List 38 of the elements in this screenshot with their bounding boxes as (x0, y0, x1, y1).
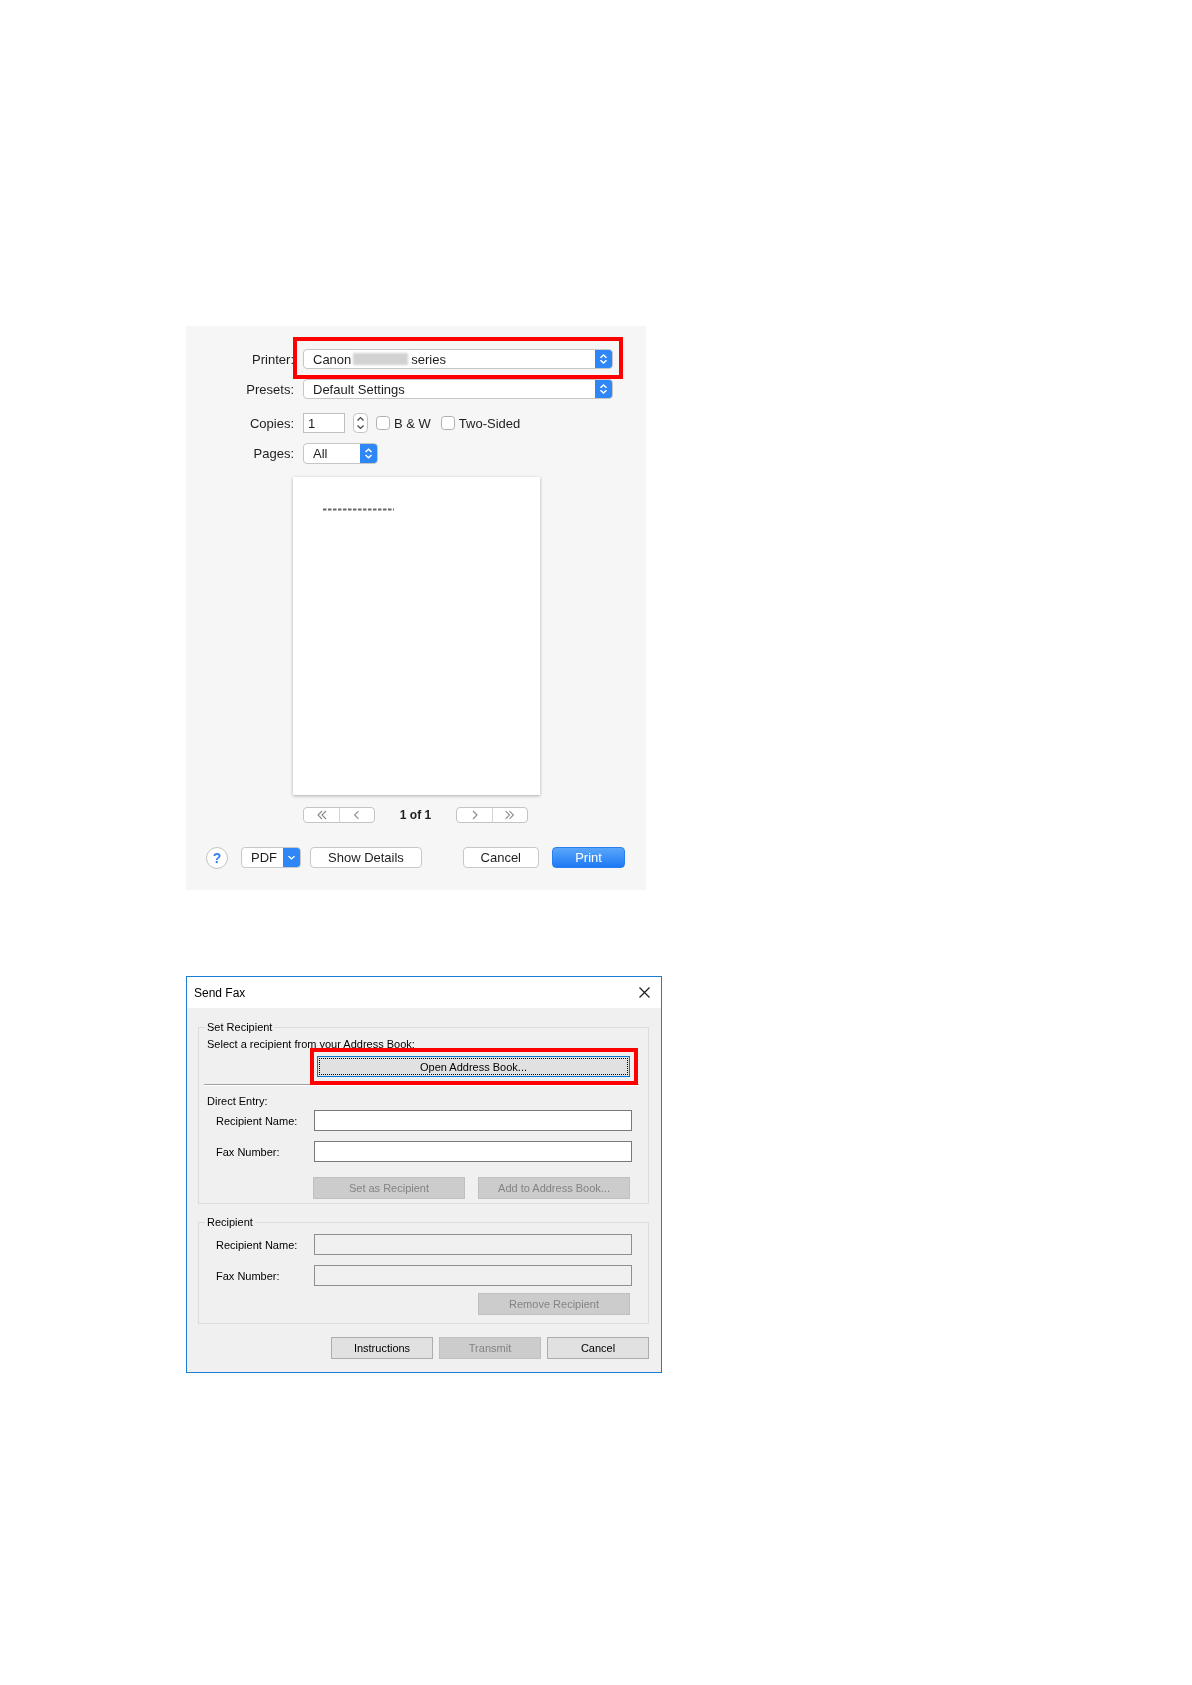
updown-chevron-icon (595, 350, 612, 368)
checkbox-label[interactable]: B & W (394, 415, 431, 431)
checkbox[interactable] (376, 416, 390, 430)
checkbox[interactable] (440, 416, 455, 430)
show-details-button[interactable]: Show Details (310, 847, 422, 868)
group-title: Set Recipient (206, 1020, 274, 1034)
presets-dropdown[interactable]: Default Settings (303, 379, 613, 399)
presets-label: Presets: (245, 381, 294, 397)
cancel-button[interactable]: Cancel (547, 1337, 649, 1359)
field-label: Fax Number: (215, 1145, 281, 1158)
copies-label: Copies: (248, 415, 294, 431)
open-address-book-button[interactable]: Open Address Book... (317, 1056, 630, 1077)
printer-label: Printer: (251, 351, 294, 367)
recipient-name-field[interactable] (314, 1110, 632, 1131)
fax-number-field[interactable] (314, 1141, 632, 1162)
help-button[interactable]: ? (206, 846, 228, 869)
checkbox-label[interactable]: Two-Sided (458, 415, 521, 431)
copies-field[interactable]: 1 (303, 413, 345, 433)
field-label: Recipient Name: (215, 1238, 299, 1251)
blurred-text (353, 353, 409, 365)
updown-chevron-icon (595, 380, 612, 398)
pages-label: Pages: (252, 446, 294, 461)
printer-dropdown[interactable]: Canon series (303, 349, 613, 369)
cancel-button[interactable]: Cancel (462, 847, 539, 868)
section-label: Direct Entry: (207, 1094, 269, 1108)
close-icon[interactable] (639, 987, 650, 998)
chevron-down-icon (283, 848, 300, 867)
stepper-icon[interactable] (353, 413, 368, 433)
field-label: Fax Number: (215, 1269, 281, 1282)
pdf-menu-button[interactable]: PDF (241, 847, 301, 868)
dashed-line-icon (323, 508, 394, 511)
pages-dropdown[interactable]: All (303, 443, 378, 464)
updown-chevron-icon (360, 444, 377, 463)
field-label: Recipient Name: (215, 1114, 299, 1127)
instructions-button[interactable]: Instructions (331, 1337, 433, 1359)
group-title: Recipient (206, 1215, 254, 1229)
window-title: Send Fax (194, 985, 246, 1000)
page-indicator: 1 of 1 (398, 808, 433, 822)
